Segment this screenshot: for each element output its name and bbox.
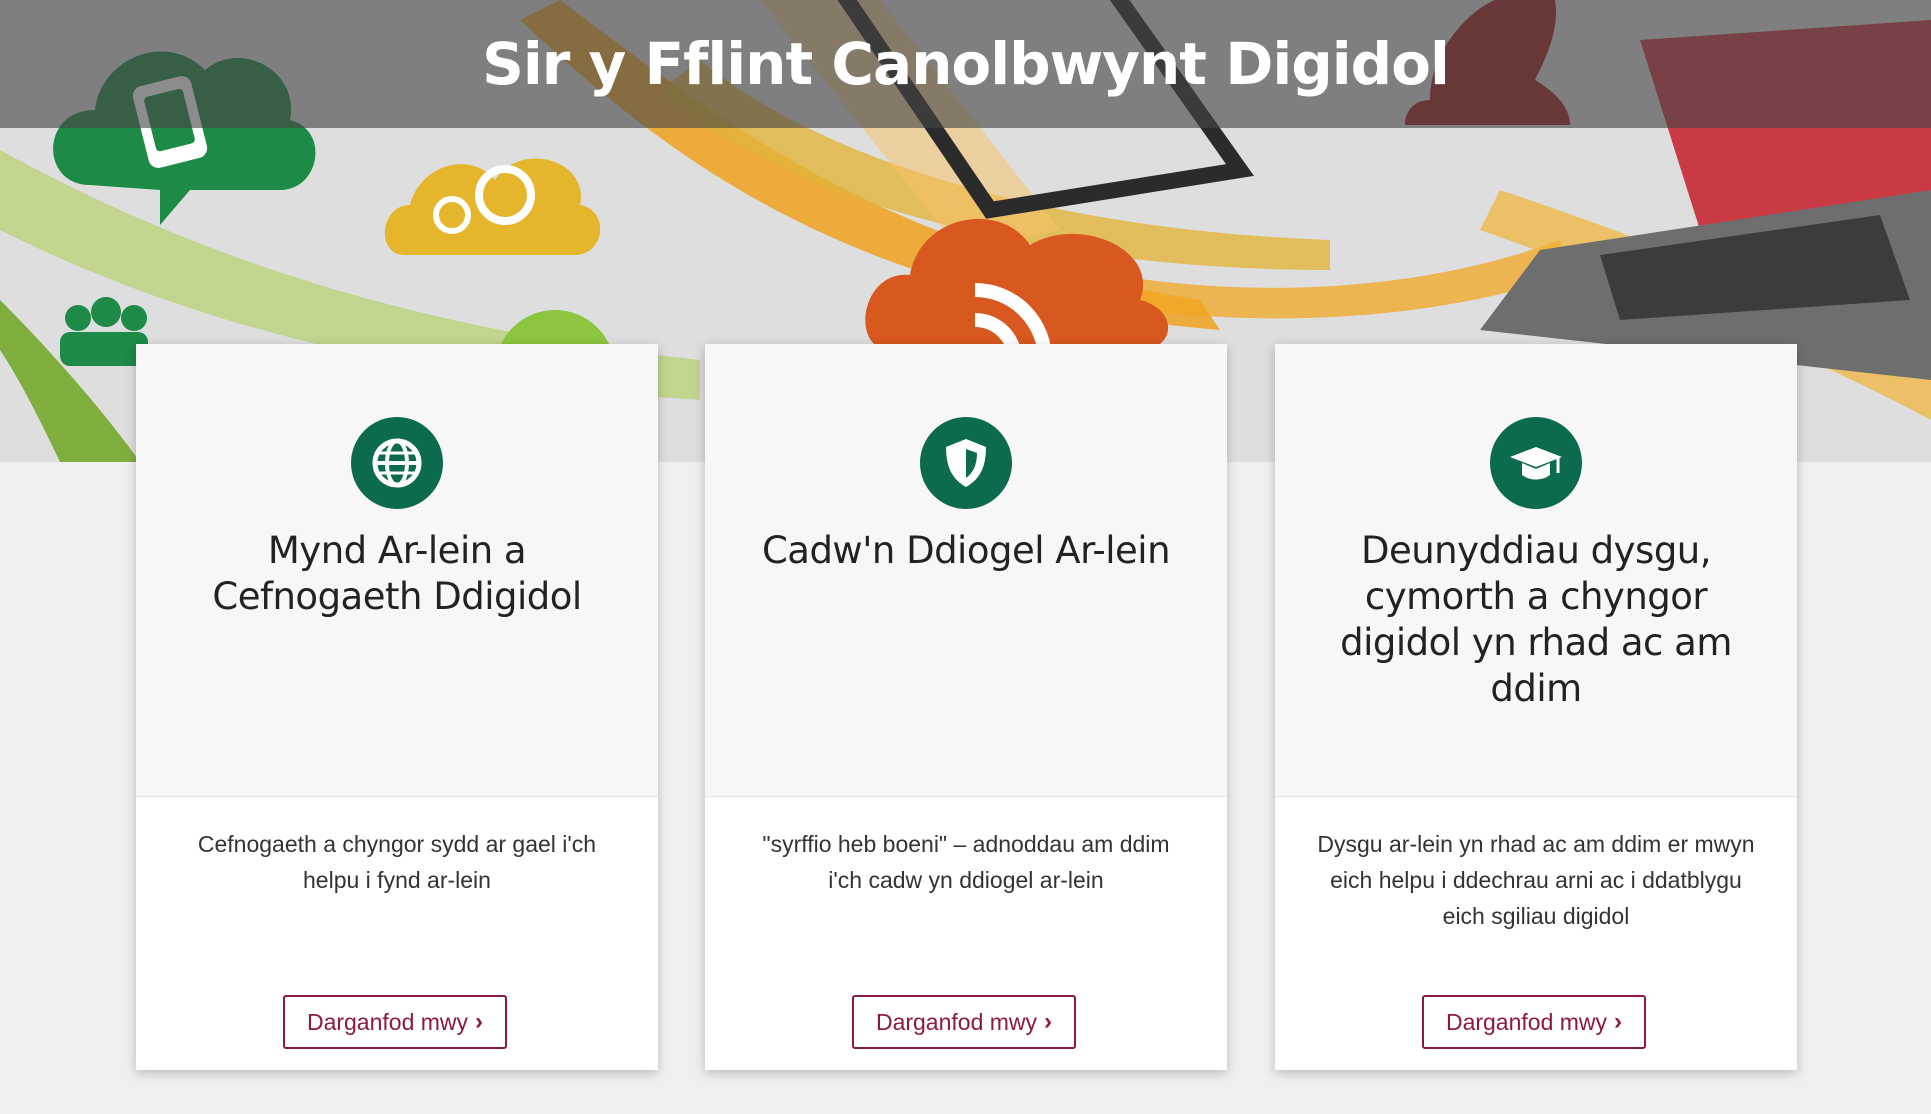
people-icon bbox=[60, 297, 148, 366]
card-heading: Cadw'n Ddiogel Ar-lein bbox=[761, 529, 1171, 572]
chevron-right-icon: › bbox=[1614, 1008, 1623, 1035]
discover-more-button[interactable]: Darganfod mwy › bbox=[283, 995, 507, 1049]
discover-more-button[interactable]: Darganfod mwy › bbox=[1422, 995, 1646, 1049]
card-description: Dysgu ar-lein yn rhad ac am ddim er mwyn… bbox=[1317, 831, 1755, 929]
shield-icon bbox=[920, 417, 1012, 509]
globe-icon bbox=[351, 417, 443, 509]
card-online-support: Mynd Ar-lein a Cefnogaeth Ddigidol Cefno… bbox=[136, 344, 658, 1070]
button-label: Darganfod mwy bbox=[306, 1008, 469, 1035]
card-header: Mynd Ar-lein a Cefnogaeth Ddigidol bbox=[136, 344, 658, 797]
button-label: Darganfod mwy bbox=[875, 1008, 1038, 1035]
chevron-right-icon: › bbox=[475, 1008, 484, 1035]
discover-more-button[interactable]: Darganfod mwy › bbox=[852, 995, 1076, 1049]
gears-cloud-icon bbox=[384, 158, 601, 255]
button-label: Darganfod mwy bbox=[1445, 1008, 1608, 1035]
card-heading: Deunyddiau dysgu, cymorth a chyngor digi… bbox=[1340, 529, 1732, 710]
card-description: Cefnogaeth a chyngor sydd ar gael i'ch h… bbox=[197, 831, 597, 893]
card-description: "syrffio heb boeni" – adnoddau am ddim i… bbox=[762, 831, 1170, 893]
chevron-right-icon: › bbox=[1044, 1008, 1053, 1035]
card-header: Cadw'n Ddiogel Ar-lein bbox=[705, 344, 1227, 797]
site-title: Sir y Fflint Canolbwynt Digidol bbox=[482, 30, 1450, 98]
card-stay-safe: Cadw'n Ddiogel Ar-lein "syrffio heb boen… bbox=[705, 344, 1227, 1070]
card-header: Deunyddiau dysgu, cymorth a chyngor digi… bbox=[1275, 344, 1797, 797]
graduation-cap-icon bbox=[1490, 417, 1582, 509]
card-heading: Mynd Ar-lein a Cefnogaeth Ddigidol bbox=[212, 529, 582, 618]
card-learning-resources: Deunyddiau dysgu, cymorth a chyngor digi… bbox=[1275, 344, 1797, 1070]
